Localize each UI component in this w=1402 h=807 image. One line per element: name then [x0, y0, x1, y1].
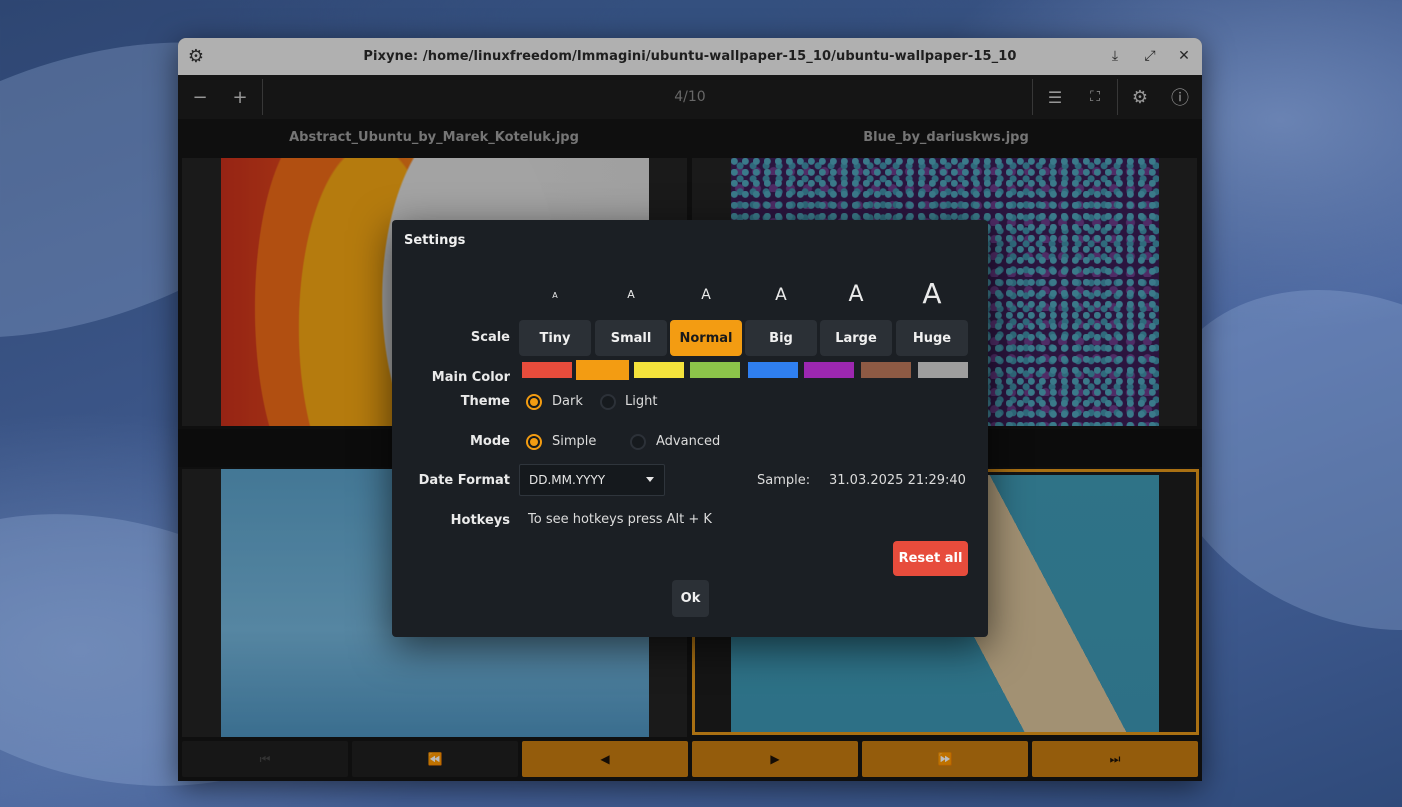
first-image-button[interactable]: ⏮ [182, 741, 348, 777]
scale-tiny-button[interactable]: Tiny [519, 320, 591, 356]
toolbar-divider [1032, 79, 1033, 115]
list-view-icon[interactable]: ☰ [1035, 75, 1075, 119]
info-icon[interactable]: ⓘ [1160, 75, 1200, 119]
toolbar-divider [262, 79, 263, 115]
next-button[interactable]: ▶ [692, 741, 858, 777]
image-title: Abstract_Ubuntu_by_Marek_Koteluk.jpg [289, 130, 579, 145]
settings-dialog: Settings A A A A A A Scale Tiny Small No… [392, 220, 988, 637]
scale-huge-button[interactable]: Huge [896, 320, 968, 356]
color-swatch-orange[interactable] [576, 360, 629, 380]
scale-preview-small: A [627, 288, 635, 301]
hotkeys-text: To see hotkeys press Alt + K [528, 512, 712, 527]
settings-icon[interactable]: ⚙ [1120, 75, 1160, 119]
date-format-select[interactable]: DD.MM.YYYY [519, 464, 665, 496]
mode-simple-label[interactable]: Simple [552, 434, 596, 449]
color-swatch-gray[interactable] [918, 362, 968, 378]
zoom-in-button[interactable]: + [220, 75, 260, 119]
gear-icon[interactable]: ⚙ [184, 44, 208, 68]
theme-light-label[interactable]: Light [625, 394, 657, 409]
toolbar-divider [1117, 79, 1118, 115]
dialog-title: Settings [404, 233, 466, 248]
hotkeys-label: Hotkeys [450, 513, 510, 528]
date-format-label: Date Format [418, 473, 510, 488]
scale-preview-big: A [775, 285, 787, 305]
ok-button[interactable]: Ok [672, 580, 709, 617]
scale-small-button[interactable]: Small [595, 320, 667, 356]
color-swatch-yellow[interactable] [634, 362, 684, 378]
date-format-value: DD.MM.YYYY [529, 473, 606, 487]
theme-dark-label[interactable]: Dark [552, 394, 583, 409]
scale-large-button[interactable]: Large [820, 320, 892, 356]
sample-label: Sample: [757, 473, 811, 488]
sample-value: 31.03.2025 21:29:40 [829, 473, 966, 488]
main-color-label: Main Color [431, 370, 510, 385]
scale-big-button[interactable]: Big [745, 320, 817, 356]
rewind-button[interactable]: ⏪ [352, 741, 518, 777]
theme-label: Theme [460, 394, 510, 409]
scale-preview-normal: A [701, 287, 711, 303]
color-swatch-brown[interactable] [861, 362, 911, 378]
theme-dark-radio[interactable] [526, 394, 542, 410]
maximize-icon[interactable]: ⤢ [1138, 44, 1162, 68]
scale-preview-tiny: A [552, 291, 558, 300]
navigation-bar: ⏮ ⏪ ◀ ▶ ⏩ ⏭ [178, 738, 1202, 781]
chevron-down-icon [646, 477, 654, 482]
color-swatch-green[interactable] [690, 362, 740, 378]
color-swatch-red[interactable] [522, 362, 572, 378]
mode-label: Mode [470, 434, 510, 449]
mode-advanced-radio[interactable] [630, 434, 646, 450]
last-image-button[interactable]: ⏭ [1032, 741, 1198, 777]
theme-light-radio[interactable] [600, 394, 616, 410]
fullscreen-icon[interactable]: ⛶ [1075, 75, 1115, 119]
close-icon[interactable]: ✕ [1172, 44, 1196, 68]
window-title: Pixyne: /home/linuxfreedom/Immagini/ubun… [363, 49, 1017, 64]
scale-preview-large: A [848, 282, 864, 307]
previous-button[interactable]: ◀ [522, 741, 688, 777]
toolbar: − + 4/10 ☰ ⛶ ⚙ ⓘ [178, 75, 1202, 119]
reset-all-button[interactable]: Reset all [893, 541, 968, 576]
download-icon[interactable]: ⤓ [1103, 44, 1127, 68]
zoom-out-button[interactable]: − [180, 75, 220, 119]
title-bar: ⚙ Pixyne: /home/linuxfreedom/Immagini/ub… [178, 38, 1202, 75]
color-swatch-purple[interactable] [804, 362, 854, 378]
color-swatch-blue[interactable] [748, 362, 798, 378]
image-title: Blue_by_dariuskws.jpg [863, 130, 1029, 145]
scale-normal-button[interactable]: Normal [670, 320, 742, 356]
scale-label: Scale [470, 330, 510, 345]
mode-simple-radio[interactable] [526, 434, 542, 450]
scale-preview-huge: A [922, 277, 942, 310]
mode-advanced-label[interactable]: Advanced [656, 434, 720, 449]
fast-forward-button[interactable]: ⏩ [862, 741, 1028, 777]
